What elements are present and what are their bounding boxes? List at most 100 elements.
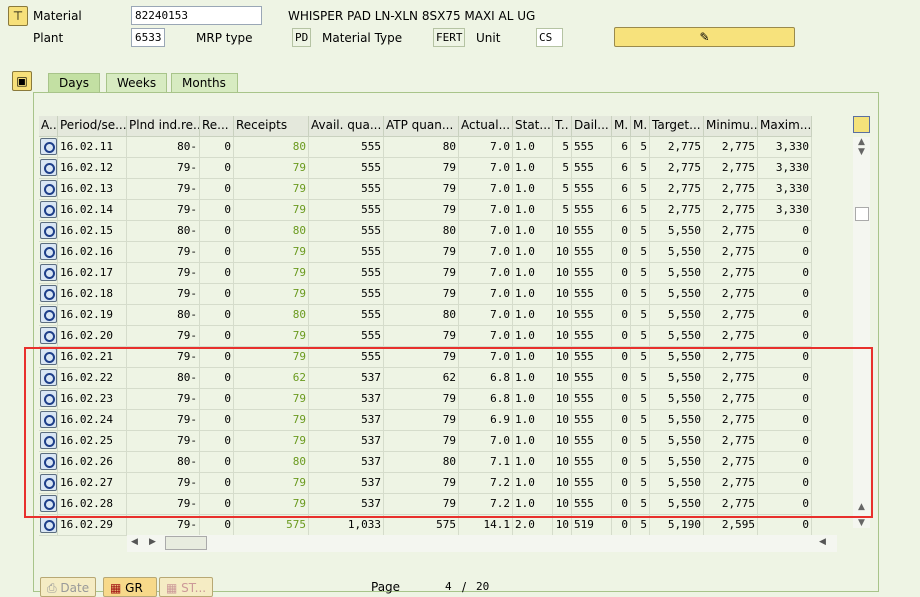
h-scroll-thumb[interactable]: [165, 536, 207, 550]
table-cell[interactable]: 16.02.13: [58, 179, 127, 200]
column-header[interactable]: M.: [631, 116, 650, 137]
table-cell[interactable]: 7.0: [459, 263, 513, 284]
magnifier-icon[interactable]: [40, 243, 57, 260]
table-cell[interactable]: 5,190: [650, 515, 704, 536]
table-cell[interactable]: 2,775: [650, 179, 704, 200]
table-cell[interactable]: 80: [234, 221, 309, 242]
table-cell[interactable]: 80: [384, 137, 459, 158]
table-cell[interactable]: 555: [572, 326, 612, 347]
table-cell[interactable]: 575: [234, 515, 309, 536]
table-cell[interactable]: 555: [309, 137, 384, 158]
table-cell[interactable]: 14.1: [459, 515, 513, 536]
table-cell[interactable]: 555: [572, 158, 612, 179]
table-cell[interactable]: 79-: [127, 242, 200, 263]
table-cell[interactable]: 1.0: [513, 263, 553, 284]
table-cell[interactable]: 0: [200, 242, 234, 263]
scroll-left-icon[interactable]: ◀: [131, 537, 138, 547]
column-header[interactable]: Period/se...: [58, 116, 127, 137]
table-cell[interactable]: 555: [309, 305, 384, 326]
table-cell[interactable]: 7.0: [459, 179, 513, 200]
table-cell[interactable]: 10: [553, 326, 572, 347]
magnifier-icon[interactable]: [40, 201, 57, 218]
table-cell[interactable]: 0: [612, 326, 631, 347]
table-cell[interactable]: 16.02.20: [58, 326, 127, 347]
magnifier-icon[interactable]: [40, 159, 57, 176]
table-cell[interactable]: 1.0: [513, 242, 553, 263]
table-cell[interactable]: 79: [234, 200, 309, 221]
table-cell[interactable]: 6: [612, 200, 631, 221]
table-cell[interactable]: 2.0: [513, 515, 553, 536]
table-cell[interactable]: 79-: [127, 263, 200, 284]
column-header[interactable]: T..: [553, 116, 572, 137]
table-cell[interactable]: 555: [572, 221, 612, 242]
table-cell[interactable]: 79: [234, 284, 309, 305]
table-cell[interactable]: 16.02.18: [58, 284, 127, 305]
table-cell[interactable]: 1.0: [513, 221, 553, 242]
table-cell[interactable]: 0: [200, 284, 234, 305]
table-cell[interactable]: 0: [758, 263, 812, 284]
table-cell[interactable]: 16.02.14: [58, 200, 127, 221]
table-cell[interactable]: 0: [758, 284, 812, 305]
table-cell[interactable]: 79-: [127, 515, 200, 536]
table-cell[interactable]: 79-: [127, 179, 200, 200]
table-cell[interactable]: 80: [384, 305, 459, 326]
column-header[interactable]: ATP quan...: [384, 116, 459, 137]
horizontal-scrollbar[interactable]: ◀ ▶ ◀: [127, 535, 837, 552]
table-cell[interactable]: 0: [200, 179, 234, 200]
table-cell[interactable]: 0: [612, 284, 631, 305]
table-cell[interactable]: 7.0: [459, 305, 513, 326]
table-cell[interactable]: 555: [309, 263, 384, 284]
table-cell[interactable]: 80: [234, 305, 309, 326]
table-cell[interactable]: 555: [309, 179, 384, 200]
scroll-down-bottom-icon[interactable]: ▼: [853, 518, 870, 528]
table-cell[interactable]: 5,550: [650, 305, 704, 326]
table-cell[interactable]: 1.0: [513, 179, 553, 200]
table-cell[interactable]: 79: [234, 242, 309, 263]
table-cell[interactable]: 16.02.19: [58, 305, 127, 326]
table-cell[interactable]: 555: [309, 284, 384, 305]
table-cell[interactable]: 0: [758, 305, 812, 326]
scroll-thumb[interactable]: [855, 207, 869, 221]
table-cell[interactable]: 6: [612, 137, 631, 158]
column-header[interactable]: Re...: [200, 116, 234, 137]
table-cell[interactable]: 6: [612, 179, 631, 200]
magnifier-icon[interactable]: [40, 285, 57, 302]
table-cell[interactable]: 1.0: [513, 284, 553, 305]
table-cell[interactable]: 5: [631, 137, 650, 158]
scroll-right-icon[interactable]: ▶: [149, 537, 156, 547]
table-cell[interactable]: 3,330: [758, 200, 812, 221]
table-cell[interactable]: 555: [309, 200, 384, 221]
magnifier-icon[interactable]: [40, 264, 57, 281]
table-cell[interactable]: 555: [572, 179, 612, 200]
table-cell[interactable]: 80: [234, 137, 309, 158]
table-cell[interactable]: 5: [631, 179, 650, 200]
table-cell[interactable]: 5: [631, 263, 650, 284]
table-cell[interactable]: 2,775: [704, 137, 758, 158]
table-cell[interactable]: 7.0: [459, 200, 513, 221]
table-cell[interactable]: 5: [631, 221, 650, 242]
column-header[interactable]: Target...: [650, 116, 704, 137]
column-header[interactable]: A..: [39, 116, 58, 137]
table-cell[interactable]: 1.0: [513, 158, 553, 179]
table-cell[interactable]: 79-: [127, 200, 200, 221]
table-cell[interactable]: 79: [384, 263, 459, 284]
table-cell[interactable]: 2,775: [704, 221, 758, 242]
table-cell[interactable]: 1.0: [513, 326, 553, 347]
edit-button[interactable]: ✎: [614, 27, 795, 47]
table-cell[interactable]: 5: [553, 137, 572, 158]
table-cell[interactable]: 7.0: [459, 137, 513, 158]
table-cell[interactable]: 1,033: [309, 515, 384, 536]
table-cell[interactable]: 0: [200, 137, 234, 158]
table-cell[interactable]: 16.02.16: [58, 242, 127, 263]
table-cell[interactable]: 7.0: [459, 284, 513, 305]
tab-weeks[interactable]: Weeks: [106, 73, 168, 93]
table-cell[interactable]: 80-: [127, 137, 200, 158]
table-cell[interactable]: 79-: [127, 326, 200, 347]
table-cell[interactable]: 5,550: [650, 284, 704, 305]
table-cell[interactable]: 79-: [127, 158, 200, 179]
table-cell[interactable]: 5: [631, 515, 650, 536]
table-cell[interactable]: 1.0: [513, 200, 553, 221]
material-filter-icon[interactable]: ⊤: [8, 6, 28, 26]
table-cell[interactable]: 0: [612, 305, 631, 326]
scroll-up-icon[interactable]: ▲: [853, 137, 870, 147]
